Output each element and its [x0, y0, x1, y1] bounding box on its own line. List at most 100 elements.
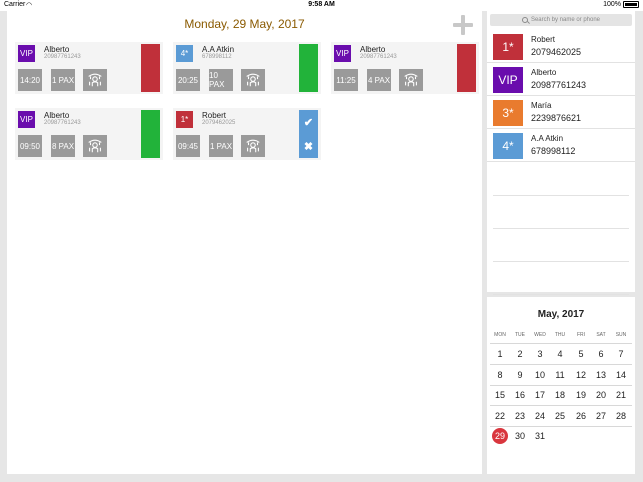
calendar-day[interactable]: 24 [530, 408, 550, 424]
calendar-day[interactable]: 7 [611, 346, 631, 362]
calendar-day-selected[interactable]: 29 [490, 428, 510, 444]
close-icon[interactable]: ✖ [304, 140, 313, 153]
calendar-day[interactable]: 10 [530, 367, 550, 383]
calendar-day[interactable]: 23 [510, 408, 530, 424]
contact-item[interactable]: 3* María 2239876621 [487, 97, 635, 129]
calendar-day[interactable]: 14 [611, 367, 631, 383]
calendar-day[interactable]: 11 [550, 367, 570, 383]
guest-name: Robert [202, 111, 227, 120]
tour-guide-icon[interactable] [399, 69, 423, 91]
tour-guide-icon[interactable] [83, 135, 107, 157]
contact-phone: 2079462025 [531, 47, 582, 57]
calendar-day[interactable]: 2 [510, 346, 530, 362]
guest-phone: 20987761243 [44, 120, 81, 126]
tour-guide-icon[interactable] [241, 69, 265, 91]
guest-name: Alberto [360, 45, 386, 54]
calendar-day[interactable]: 9 [510, 367, 530, 383]
pax-count: 8 PAX [51, 135, 75, 157]
calendar-day[interactable]: 20 [591, 387, 611, 403]
guest-phone: 20987761243 [360, 54, 397, 60]
contact-item[interactable]: VIP Alberto 20987761243 [487, 64, 635, 96]
calendar-divider [490, 364, 632, 365]
search-placeholder: Search by name or phone [530, 17, 601, 23]
calendar-day[interactable]: 4 [550, 346, 570, 362]
calendar-day[interactable]: 6 [591, 346, 611, 362]
battery-status: 100% [603, 1, 639, 8]
guest-name: Alberto [44, 111, 70, 120]
category-badge: VIP [493, 67, 523, 93]
calendar-day[interactable]: 15 [490, 387, 510, 403]
status-indicator[interactable] [299, 44, 318, 92]
guest-name: Alberto [44, 45, 70, 54]
calendar-day[interactable]: 25 [550, 408, 570, 424]
weekday-label: THU [554, 332, 566, 338]
calendar-day[interactable]: 26 [571, 408, 591, 424]
calendar-divider [490, 343, 632, 344]
contact-phone: 678998112 [531, 146, 576, 156]
list-divider [493, 294, 629, 295]
category-badge: 4* [176, 45, 193, 62]
calendar-panel: May, 2017 MON TUE WED THU FRI SAT SUN 1 2 3 4 5 6 7 8 9… [487, 297, 635, 474]
booking-card[interactable]: VIP Alberto 20987761243 14:20 1 PAX [15, 42, 163, 94]
booking-actions: ✔ ✖ [299, 110, 318, 158]
status-indicator[interactable] [457, 44, 476, 92]
confirm-icon[interactable]: ✔ [304, 116, 313, 129]
booking-card[interactable]: VIP Alberto 20987761243 11:25 4 PAX [331, 42, 479, 94]
weekday-label: TUE [515, 332, 525, 338]
calendar-divider [490, 384, 632, 386]
calendar-day[interactable]: 17 [530, 387, 550, 403]
pax-count: 10 PAX [209, 69, 233, 91]
guest-name: A.A Atkin [202, 45, 235, 54]
category-badge: 1* [493, 34, 523, 60]
list-divider [493, 195, 629, 196]
calendar-day[interactable]: 13 [591, 367, 611, 383]
booking-time: 14:20 [18, 69, 42, 91]
clock: 9:58 AM [308, 1, 335, 8]
calendar-day[interactable]: 19 [571, 387, 591, 403]
calendar-day[interactable]: 12 [571, 367, 591, 383]
calendar-day[interactable]: 27 [591, 408, 611, 424]
weekday-label: SAT [596, 332, 606, 338]
guest-phone: 678998112 [202, 54, 232, 60]
calendar-day[interactable]: 28 [611, 408, 631, 424]
category-badge: 3* [493, 100, 523, 126]
search-input[interactable]: Search by name or phone [490, 14, 632, 26]
status-indicator[interactable] [141, 44, 160, 92]
contact-item[interactable]: 1* Robert 2079462025 [487, 31, 635, 63]
calendar-divider [490, 425, 632, 427]
category-badge: VIP [18, 111, 35, 128]
booking-card[interactable]: VIP Alberto 20987761243 09:50 8 PAX [15, 108, 163, 160]
calendar-divider [490, 405, 632, 406]
page-title: Monday, 29 May, 2017 [184, 17, 305, 31]
calendar-day[interactable]: 30 [510, 428, 530, 444]
booking-card[interactable]: 1* Robert 2079462025 09:45 1 PAX ✔ ✖ [173, 108, 321, 160]
booking-card[interactable]: 4* A.A Atkin 678998112 20:25 10 PAX [173, 42, 321, 94]
weekday-label: WED [534, 332, 546, 338]
calendar-day[interactable]: 1 [490, 346, 510, 362]
weekday-label: SUN [615, 332, 627, 338]
calendar-title: May, 2017 [537, 309, 585, 320]
contact-item[interactable]: 4* A.A Atkin 678998112 [487, 130, 635, 162]
status-indicator[interactable] [141, 110, 160, 158]
calendar-day[interactable]: 8 [490, 367, 510, 383]
booking-time: 11:25 [334, 69, 358, 91]
status-bar: Carrier ◠ 9:58 AM 100% [0, 0, 643, 11]
calendar-day[interactable]: 18 [550, 387, 570, 403]
calendar-day[interactable]: 21 [611, 387, 631, 403]
contact-name: María [531, 101, 552, 110]
add-booking-button[interactable] [453, 15, 473, 35]
contact-phone: 2239876621 [531, 113, 582, 123]
tour-guide-icon[interactable] [241, 135, 265, 157]
booking-time: 09:45 [176, 135, 200, 157]
contact-name: Alberto [531, 68, 557, 77]
pax-count: 1 PAX [51, 69, 75, 91]
calendar-day[interactable]: 31 [530, 428, 550, 444]
list-divider [493, 228, 629, 229]
calendar-day[interactable]: 22 [490, 408, 510, 424]
booking-time: 09:50 [18, 135, 42, 157]
pax-count: 1 PAX [209, 135, 233, 157]
calendar-day[interactable]: 3 [530, 346, 550, 362]
calendar-day[interactable]: 16 [510, 387, 530, 403]
calendar-day[interactable]: 5 [571, 346, 591, 362]
tour-guide-icon[interactable] [83, 69, 107, 91]
